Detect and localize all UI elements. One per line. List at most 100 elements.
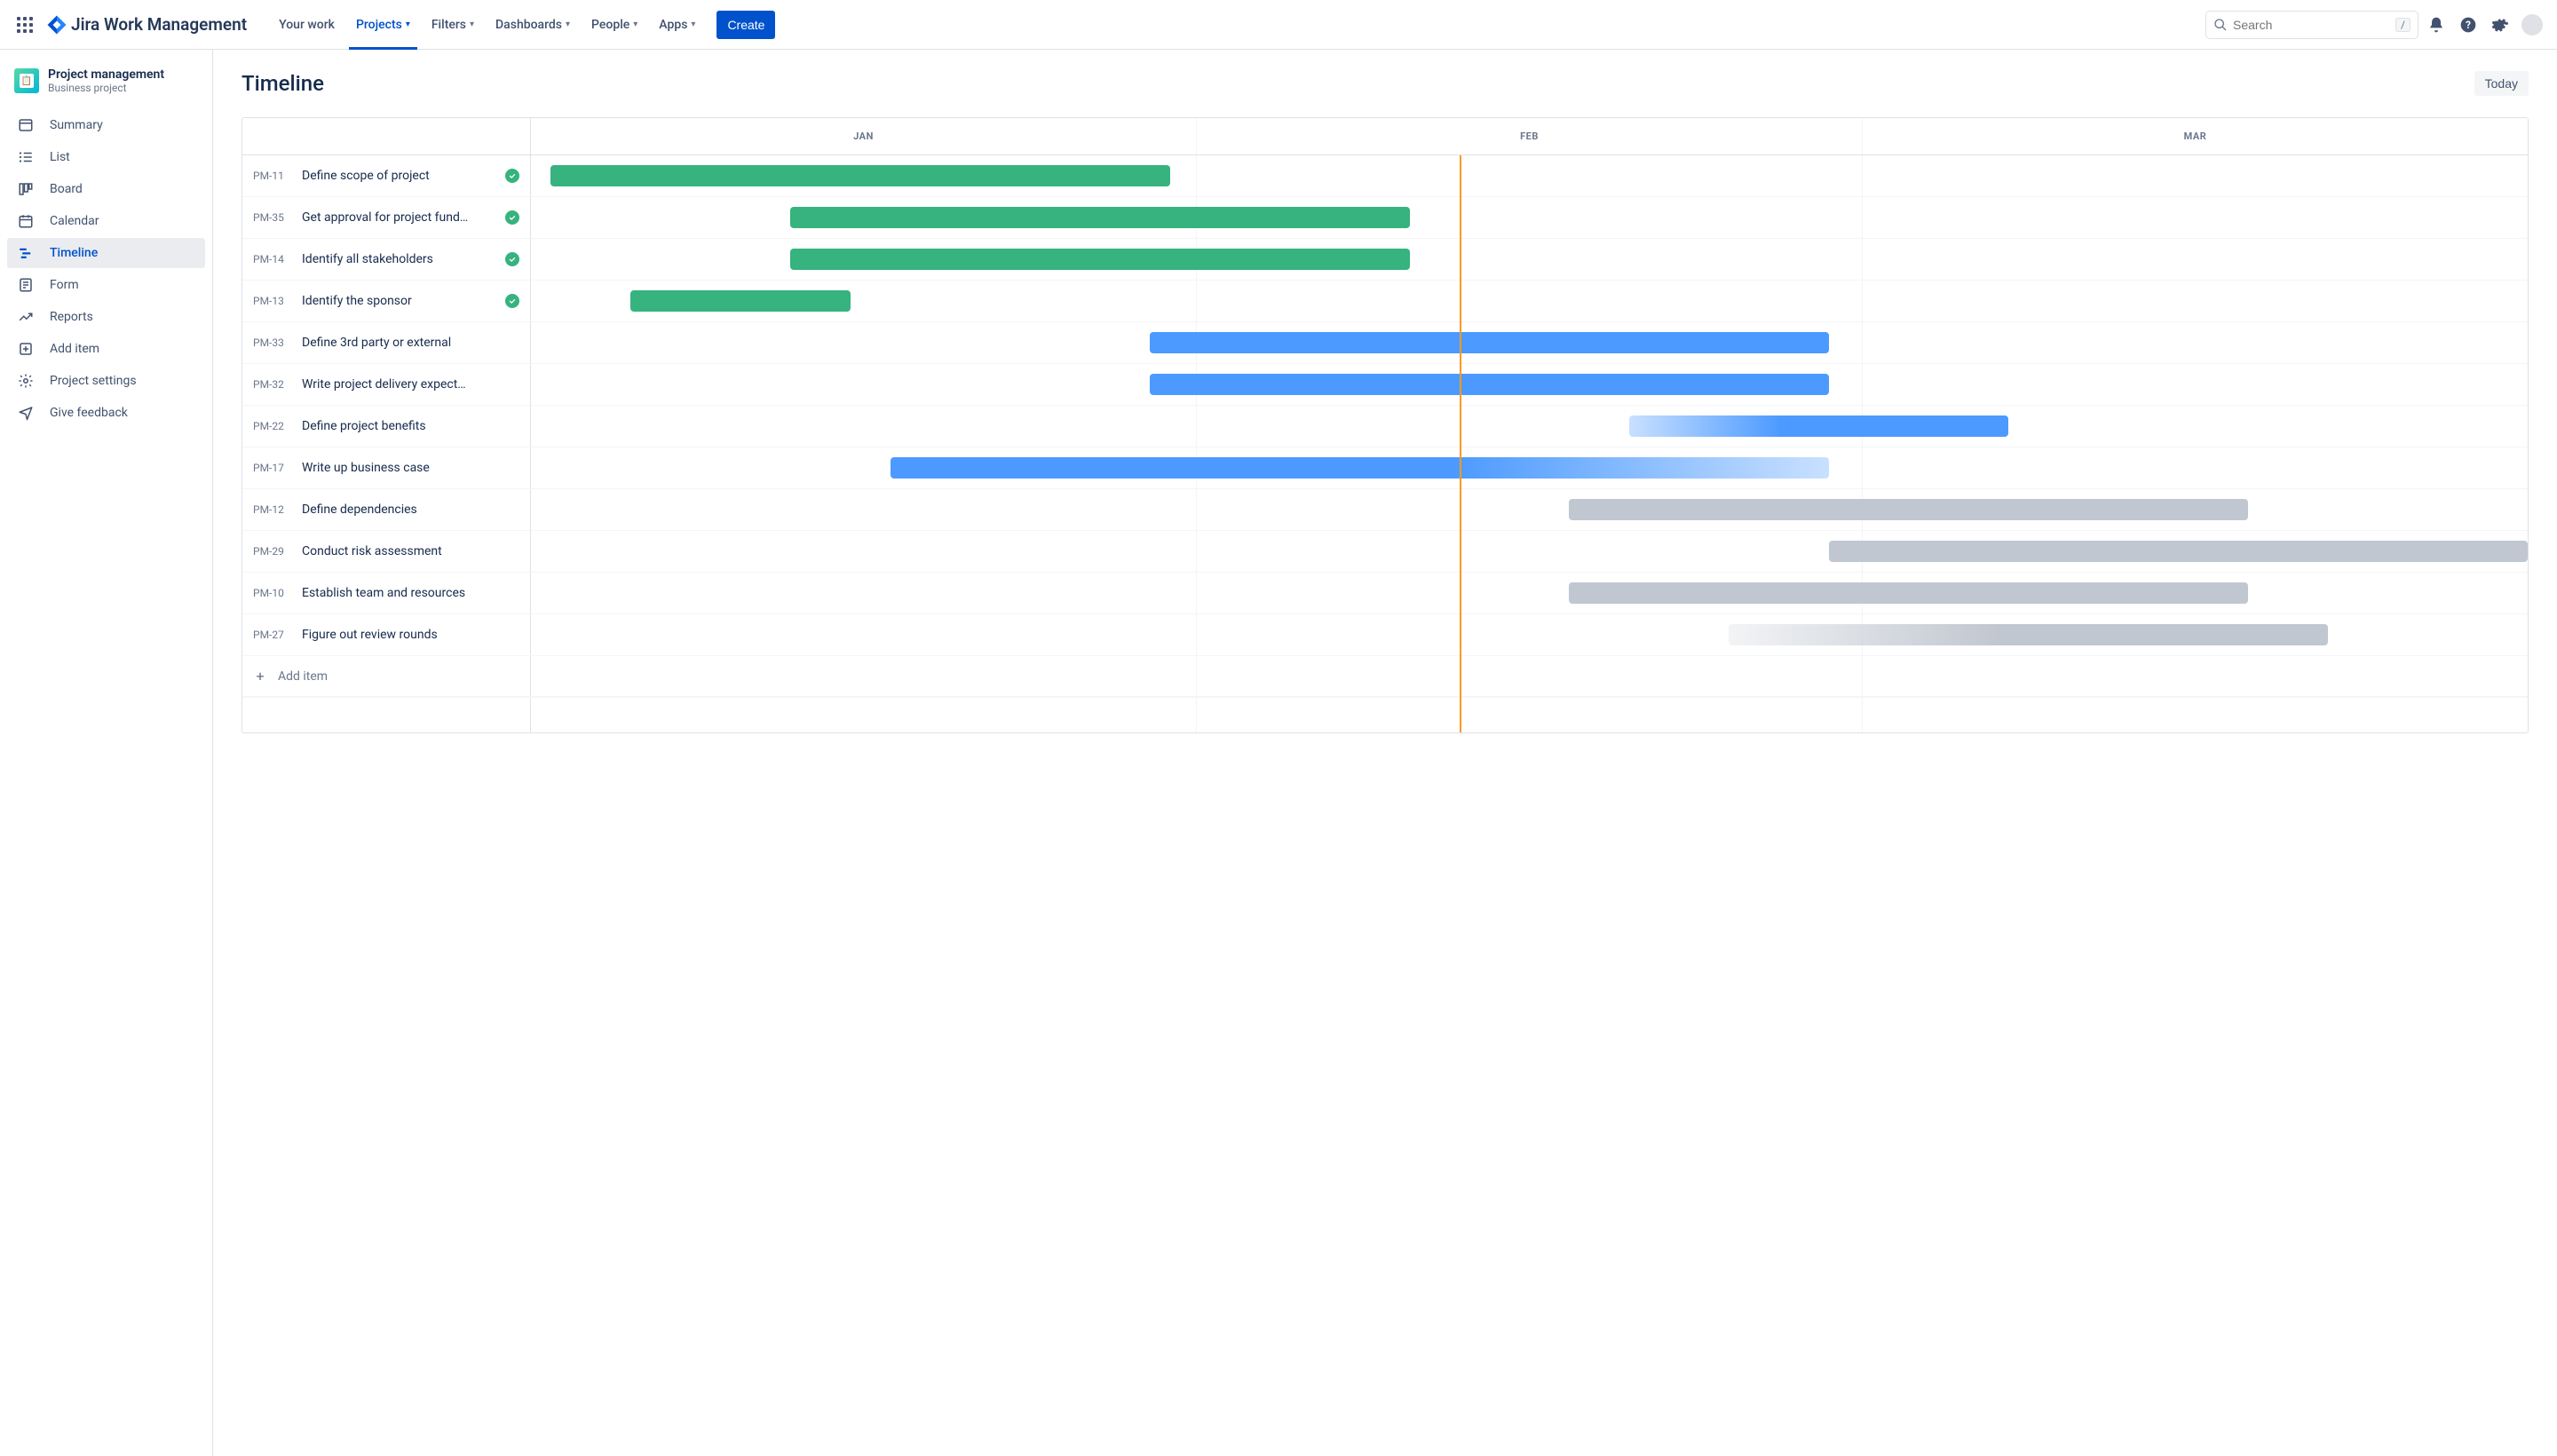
gantt-bar[interactable] xyxy=(1829,541,2528,562)
sidebar-item-label: Form xyxy=(50,278,79,292)
gantt-cell xyxy=(531,447,2528,488)
gantt-cell xyxy=(531,614,2528,655)
search-input[interactable] xyxy=(2233,18,2395,32)
task-row[interactable]: PM-33Define 3rd party or external xyxy=(242,322,2528,364)
nav-projects[interactable]: Projects▾ xyxy=(349,11,417,39)
bell-icon xyxy=(2427,16,2445,34)
help-button[interactable]: ? xyxy=(2454,11,2482,39)
task-id: PM-33 xyxy=(253,336,302,349)
sidebar-item-label: Add item xyxy=(50,342,99,356)
sidebar-item-label: Board xyxy=(50,182,83,196)
task-row[interactable]: PM-12Define dependencies xyxy=(242,489,2528,531)
task-id: PM-11 xyxy=(253,170,302,182)
task-row[interactable]: PM-29Conduct risk assessment xyxy=(242,531,2528,573)
product-logo[interactable]: Jira Work Management xyxy=(46,14,247,36)
project-header[interactable]: 📋 Project management Business project xyxy=(7,67,205,108)
gantt-cell xyxy=(531,322,2528,363)
gantt-cell xyxy=(531,281,2528,321)
task-id: PM-10 xyxy=(253,587,302,599)
gantt-bar[interactable] xyxy=(1569,499,2248,520)
task-info: PM-29Conduct risk assessment xyxy=(242,531,531,572)
top-nav: Jira Work Management Your work Projects▾… xyxy=(0,0,2557,50)
sidebar-item-form[interactable]: Form xyxy=(7,270,205,300)
app-switcher-button[interactable] xyxy=(11,11,39,39)
gantt-bar[interactable] xyxy=(1629,415,2008,437)
task-id: PM-32 xyxy=(253,378,302,391)
nav-people[interactable]: People▾ xyxy=(584,11,645,39)
gantt-bar[interactable] xyxy=(630,290,850,312)
today-button[interactable]: Today xyxy=(2474,71,2529,96)
sidebar-item-label: List xyxy=(50,150,70,164)
task-row[interactable]: PM-27Figure out review rounds xyxy=(242,614,2528,656)
sidebar-item-label: Calendar xyxy=(50,214,99,228)
app-switcher-icon xyxy=(17,17,33,33)
profile-button[interactable] xyxy=(2518,11,2546,39)
notifications-button[interactable] xyxy=(2422,11,2450,39)
main-content: Timeline Today JAN FEB MAR PM-11Define s… xyxy=(213,50,2557,1456)
gear-icon xyxy=(2491,16,2509,34)
task-row[interactable]: PM-10Establish team and resources xyxy=(242,573,2528,614)
create-button[interactable]: Create xyxy=(716,11,775,39)
task-row[interactable]: PM-11Define scope of project xyxy=(242,155,2528,197)
task-row[interactable]: PM-17Write up business case xyxy=(242,447,2528,489)
sidebar-item-timeline[interactable]: Timeline xyxy=(7,238,205,268)
sidebar-item-settings[interactable]: Project settings xyxy=(7,366,205,396)
nav-apps[interactable]: Apps▾ xyxy=(652,11,702,39)
gantt-cell xyxy=(531,531,2528,572)
task-column-header xyxy=(242,118,531,154)
gantt-bar[interactable] xyxy=(1150,374,1829,395)
reports-icon xyxy=(18,309,37,325)
chevron-down-icon: ▾ xyxy=(633,20,637,29)
task-info: PM-12Define dependencies xyxy=(242,489,531,530)
gantt-bar[interactable] xyxy=(1150,332,1829,353)
gantt-bar[interactable] xyxy=(790,207,1409,228)
gantt-cell xyxy=(531,239,2528,280)
task-row[interactable]: PM-13Identify the sponsor xyxy=(242,281,2528,322)
task-row[interactable]: PM-35Get approval for project fund… xyxy=(242,197,2528,239)
gantt-cell xyxy=(531,364,2528,405)
gantt-cell xyxy=(531,573,2528,613)
avatar-icon xyxy=(2521,14,2543,36)
spacer-row xyxy=(242,697,2528,732)
page-header: Timeline Today xyxy=(241,71,2529,96)
timeline-body: PM-11Define scope of projectPM-35Get app… xyxy=(242,155,2528,656)
task-title: Get approval for project fund… xyxy=(302,210,498,225)
search-shortcut-hint: / xyxy=(2395,18,2411,32)
nav-filters[interactable]: Filters▾ xyxy=(424,11,481,39)
nav-dashboards[interactable]: Dashboards▾ xyxy=(488,11,577,39)
sidebar-item-feedback[interactable]: Give feedback xyxy=(7,398,205,428)
sidebar-item-add[interactable]: Add item xyxy=(7,334,205,364)
sidebar-item-label: Summary xyxy=(50,118,103,132)
timeline-icon xyxy=(18,245,37,261)
search-icon xyxy=(2213,18,2228,32)
search-box[interactable]: / xyxy=(2205,11,2418,39)
list-icon xyxy=(18,149,37,165)
gantt-bar[interactable] xyxy=(1569,582,2248,604)
task-title: Write project delivery expect… xyxy=(302,377,512,392)
month-header-row: JAN FEB MAR xyxy=(531,118,2528,154)
task-row[interactable]: PM-32Write project delivery expect… xyxy=(242,364,2528,406)
task-id: PM-27 xyxy=(253,629,302,641)
month-header: FEB xyxy=(1197,118,1863,154)
settings-icon xyxy=(18,373,37,389)
gantt-bar[interactable] xyxy=(550,165,1169,186)
task-row[interactable]: PM-22Define project benefits xyxy=(242,406,2528,447)
month-header: JAN xyxy=(531,118,1197,154)
nav-your-work[interactable]: Your work xyxy=(272,11,342,39)
gantt-bar[interactable] xyxy=(790,249,1409,270)
gantt-bar[interactable] xyxy=(891,457,1829,479)
sidebar-item-summary[interactable]: Summary xyxy=(7,110,205,140)
sidebar-item-calendar[interactable]: Calendar xyxy=(7,206,205,236)
project-name: Project management xyxy=(48,67,164,82)
settings-button[interactable] xyxy=(2486,11,2514,39)
sidebar-item-reports[interactable]: Reports xyxy=(7,302,205,332)
task-title: Identify the sponsor xyxy=(302,294,498,308)
sidebar-item-list[interactable]: List xyxy=(7,142,205,172)
chevron-down-icon: ▾ xyxy=(691,20,695,29)
product-name: Jira Work Management xyxy=(71,14,247,35)
sidebar-item-board[interactable]: Board xyxy=(7,174,205,204)
add-item-row[interactable]: + Add item xyxy=(242,656,2528,697)
done-check-icon xyxy=(505,210,519,225)
gantt-bar[interactable] xyxy=(1729,624,2328,645)
task-row[interactable]: PM-14Identify all stakeholders xyxy=(242,239,2528,281)
